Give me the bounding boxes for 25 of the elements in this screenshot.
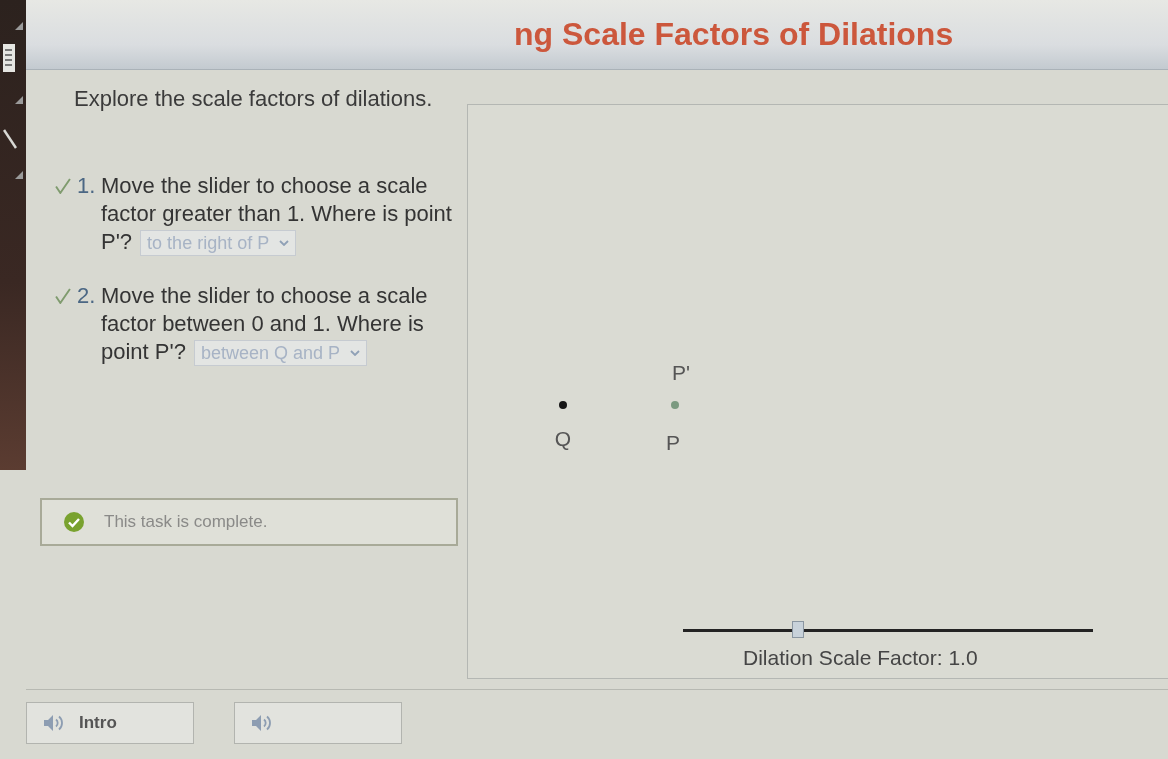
question-text: Move the slider to choose a scale factor between 0 and 1. Where is point P'? between Q and P xyxy=(101,282,429,367)
slider-thumb[interactable] xyxy=(791,621,804,638)
point-label: P xyxy=(666,431,680,455)
corner-triangle-icon xyxy=(15,171,23,179)
corner-triangle-icon xyxy=(15,22,23,30)
question-number: 2. xyxy=(77,282,97,311)
status-message: This task is complete. xyxy=(104,512,268,533)
dot-icon xyxy=(559,401,567,409)
slider-label: Dilation Scale Factor: 1.0 xyxy=(743,646,978,670)
audio-button[interactable]: Intro xyxy=(26,702,194,744)
corner-triangle-icon xyxy=(15,96,23,104)
point-label: Q xyxy=(554,427,572,451)
dot-icon xyxy=(671,401,679,409)
speaker-icon xyxy=(251,713,273,733)
document-icon xyxy=(3,44,15,72)
speaker-icon xyxy=(43,713,65,733)
chevron-icon xyxy=(279,240,290,247)
point-label: P' xyxy=(672,361,690,385)
question-text: Move the slider to choose a scale factor greater than 1. Where is point P'? to the right of P xyxy=(101,172,459,257)
page-title: ng Scale Factors of Dilations xyxy=(514,16,954,53)
question-number: 1. xyxy=(77,172,97,200)
chevron-icon xyxy=(350,350,361,357)
instructions-text: Explore the scale factors of dilations. xyxy=(74,86,434,112)
audio-button[interactable] xyxy=(234,702,402,744)
slash-icon xyxy=(3,129,17,149)
